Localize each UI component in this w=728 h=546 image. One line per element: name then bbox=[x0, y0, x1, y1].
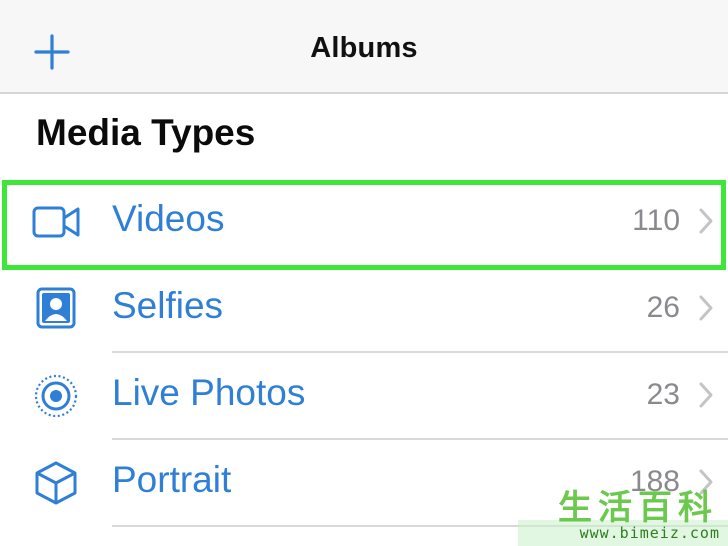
selfie-portrait-icon bbox=[32, 285, 80, 333]
watermark-text: 生活百科 bbox=[558, 488, 718, 528]
list-item-live-photos[interactable]: Live Photos 23 bbox=[0, 352, 728, 440]
video-camera-icon bbox=[32, 198, 80, 246]
row-label: Portrait bbox=[112, 459, 232, 500]
navigation-bar: Albums bbox=[0, 0, 728, 94]
chevron-right-icon bbox=[698, 381, 714, 409]
list-item-selfies[interactable]: Selfies 26 bbox=[0, 265, 728, 353]
chevron-right-icon bbox=[698, 294, 714, 322]
list-item-videos[interactable]: Videos 110 bbox=[0, 178, 728, 266]
row-label: Selfies bbox=[112, 285, 224, 326]
page-title: Albums bbox=[310, 32, 418, 64]
watermark: 生活百科 www.bimeiz.com bbox=[518, 480, 728, 546]
section-title-media-types: Media Types bbox=[36, 112, 256, 153]
row-label: Videos bbox=[112, 198, 225, 239]
albums-screen: Albums Media Types Videos 110 Selfies 26… bbox=[0, 0, 728, 546]
row-label: Live Photos bbox=[112, 372, 306, 413]
item-count: 26 bbox=[646, 291, 680, 324]
watermark-url: www.bimeiz.com bbox=[579, 524, 720, 542]
item-count: 110 bbox=[632, 204, 680, 237]
live-photo-icon bbox=[32, 372, 80, 420]
chevron-right-icon bbox=[698, 207, 714, 235]
cube-icon bbox=[32, 459, 80, 507]
item-count: 23 bbox=[646, 378, 680, 411]
